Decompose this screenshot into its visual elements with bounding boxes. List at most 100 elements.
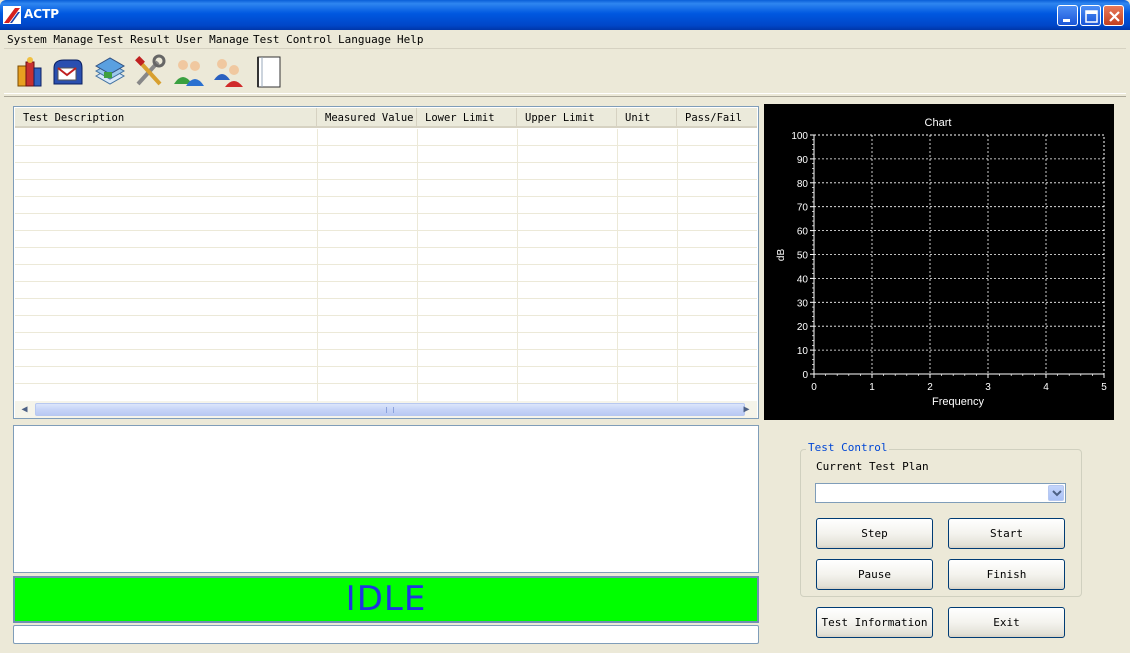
results-table[interactable]: Test Description Measured Value Lower Li…: [13, 106, 759, 419]
table-row[interactable]: [15, 316, 757, 333]
chart-svg: Chart Frequency dB 010203040506070809010…: [776, 117, 1107, 408]
toolbar-divider: [4, 96, 1126, 97]
current-test-plan-label: Current Test Plan: [816, 460, 929, 473]
table-row[interactable]: [15, 129, 757, 146]
column-header-test-description[interactable]: Test Description: [15, 108, 317, 126]
title-bar: ACTP: [0, 0, 1130, 30]
table-row[interactable]: [15, 282, 757, 299]
chart-y-tick-label: 10: [797, 346, 809, 357]
toolbar-document-button[interactable]: [251, 54, 287, 90]
column-header-pass-fail[interactable]: Pass/Fail: [677, 108, 757, 126]
maximize-button[interactable]: [1080, 5, 1101, 26]
status-bar: [13, 625, 759, 644]
toolbar-database-button[interactable]: [92, 54, 128, 90]
table-row[interactable]: [15, 367, 757, 384]
menu-system-manage[interactable]: System Manage: [7, 33, 93, 46]
books-icon: [17, 57, 42, 87]
column-header-lower-limit[interactable]: Lower Limit: [417, 108, 517, 126]
table-body: [15, 129, 757, 399]
table-row[interactable]: [15, 214, 757, 231]
chevron-down-icon: [1052, 490, 1062, 497]
menu-bar: System Manage Test Result User Manage Te…: [4, 30, 1126, 49]
chart-y-tick-label: 0: [802, 370, 808, 381]
table-row[interactable]: [15, 231, 757, 248]
column-header-unit[interactable]: Unit: [617, 108, 677, 126]
test-information-button[interactable]: Test Information: [816, 607, 933, 638]
table-row[interactable]: [15, 180, 757, 197]
table-row[interactable]: [15, 333, 757, 350]
step-button[interactable]: Step: [816, 518, 933, 549]
scrollbar-grip-icon: [386, 407, 394, 413]
close-button[interactable]: [1103, 5, 1124, 26]
chart-y-tick-label: 90: [797, 155, 809, 166]
test-control-legend: Test Control: [806, 441, 890, 454]
table-row[interactable]: [15, 163, 757, 180]
toolbar-mailbox-button[interactable]: [50, 54, 86, 90]
column-divider: [317, 129, 318, 401]
chart-x-tick-label: 3: [985, 382, 991, 393]
chart-y-tick-label: 20: [797, 322, 809, 333]
horizontal-scrollbar[interactable]: ◀ ▶: [15, 401, 757, 418]
table-row[interactable]: [15, 384, 757, 399]
table-row[interactable]: [15, 197, 757, 214]
status-text: IDLE: [345, 579, 427, 619]
table-row[interactable]: [15, 146, 757, 163]
close-icon: [1109, 11, 1120, 22]
chart-title: Chart: [925, 117, 952, 129]
table-row[interactable]: [15, 299, 757, 316]
document-icon: [257, 56, 281, 88]
scroll-left-arrow-icon[interactable]: ◀: [16, 401, 33, 418]
toolbar-user-manage-button[interactable]: [210, 54, 246, 90]
toolbar-users-button[interactable]: [171, 54, 207, 90]
table-row[interactable]: [15, 265, 757, 282]
user-manage-icon: [214, 59, 243, 87]
menu-help[interactable]: Help: [397, 33, 424, 46]
scroll-right-arrow-icon[interactable]: ▶: [738, 401, 755, 418]
chart-y-axis-label: dB: [776, 249, 787, 262]
menu-test-control[interactable]: Test Control: [253, 33, 332, 46]
column-header-upper-limit[interactable]: Upper Limit: [517, 108, 617, 126]
toolbar-books-button[interactable]: [12, 54, 48, 90]
chart-x-tick-label: 2: [927, 382, 933, 393]
chart-x-axis-label: Frequency: [932, 396, 984, 408]
status-panel: IDLE: [13, 576, 759, 623]
menu-test-result[interactable]: Test Result: [97, 33, 170, 46]
column-header-measured-value[interactable]: Measured Value: [317, 108, 417, 126]
start-button[interactable]: Start: [948, 518, 1065, 549]
menu-user-manage[interactable]: User Manage: [176, 33, 249, 46]
app-logo-icon: [3, 6, 21, 24]
chart-panel: Chart Frequency dB 0 10 20 30 40 50 60 70 80 90 10…: [764, 104, 1114, 420]
chart-grid: [813, 134, 1105, 375]
chart-y-tick-label: 80: [797, 179, 809, 190]
table-row[interactable]: [15, 350, 757, 367]
chart-y-tick-label: 50: [797, 251, 809, 262]
pause-button[interactable]: Pause: [816, 559, 933, 590]
column-divider: [617, 129, 618, 401]
column-divider: [417, 129, 418, 401]
column-divider: [677, 129, 678, 401]
minimize-icon: [1063, 19, 1070, 22]
chart-y-tick-label: 70: [797, 203, 809, 214]
scrollbar-thumb[interactable]: [35, 403, 745, 416]
toolbar-tools-button[interactable]: [132, 54, 168, 90]
dropdown-button[interactable]: [1048, 485, 1064, 501]
finish-button[interactable]: Finish: [948, 559, 1065, 590]
chart-x-tick-label: 5: [1101, 382, 1107, 393]
chart-y-tick-label: 60: [797, 227, 809, 238]
mailbox-icon: [53, 59, 83, 85]
table-row[interactable]: [15, 248, 757, 265]
chart-x-tick-label: 4: [1043, 382, 1049, 393]
table-header: Test Description Measured Value Lower Li…: [15, 108, 757, 128]
exit-button[interactable]: Exit: [948, 607, 1065, 638]
window-title: ACTP: [24, 7, 60, 21]
chart-axes: 0 10 20 30 40 50 60 70 80 90 100 0 1 2 3 4 5: [791, 131, 1107, 393]
minimize-button[interactable]: [1057, 5, 1078, 26]
users-icon: [174, 60, 204, 86]
chart-y-tick-label: 100: [791, 131, 808, 142]
chart-y-tick-label: 40: [797, 274, 809, 285]
column-divider: [517, 129, 518, 401]
log-output-box[interactable]: [13, 425, 759, 573]
menu-language[interactable]: Language: [338, 33, 391, 46]
maximize-icon: [1085, 10, 1098, 23]
current-test-plan-select[interactable]: [815, 483, 1066, 503]
